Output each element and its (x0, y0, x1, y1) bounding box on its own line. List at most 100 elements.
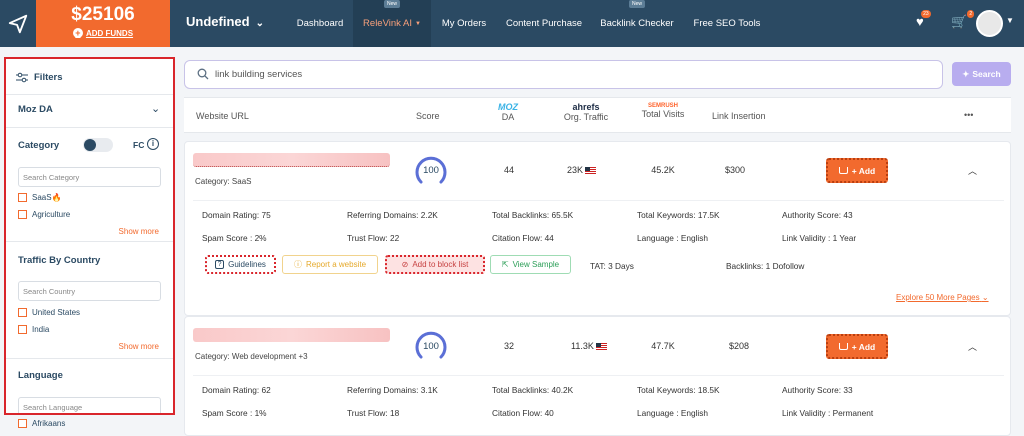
cart-button[interactable]: 🛒 2 (951, 10, 975, 30)
chevron-up-icon[interactable]: ︿ (968, 340, 977, 353)
chevron-down-icon[interactable]: ⌄ (151, 102, 160, 115)
col-total-visits: SEMRUSH Total Visits (640, 102, 686, 119)
us-flag-icon (585, 167, 597, 175)
search-bar[interactable]: link building services (184, 60, 943, 89)
top-navbar: $25106 + ADD FUNDS Undefined ⌄ Dashboard N… (0, 0, 1024, 47)
nav-free-seo-tools[interactable]: Free SEO Tools (688, 0, 766, 47)
add-to-cart-button[interactable]: + Add (826, 158, 888, 183)
da-value: 32 (503, 341, 514, 351)
checkbox[interactable] (18, 308, 27, 317)
checkbox[interactable] (18, 210, 27, 219)
nav-relevink-ai[interactable]: New ReleVink AI ▼ (353, 0, 431, 47)
citation-flow: Citation Flow: 40 (492, 408, 554, 418)
org-traffic-value: 23K (567, 165, 584, 175)
block-icon: ⊘ (401, 260, 409, 269)
spam-score: Spam Score : 1% (202, 408, 267, 418)
search-button[interactable]: ✦ Search (952, 62, 1011, 86)
alert-icon: ⓘ (293, 260, 302, 269)
category-option-agriculture[interactable]: Agriculture (18, 210, 70, 219)
toggle-knob (84, 139, 96, 151)
checkbox[interactable] (18, 419, 27, 428)
trust-flow: Trust Flow: 22 (347, 233, 400, 243)
option-label: Agriculture (32, 210, 71, 219)
explore-pages-link[interactable]: Explore 50 More Pages ⌄ (896, 293, 989, 302)
chevron-up-icon[interactable]: ︿ (968, 164, 977, 177)
wishlist-button[interactable]: ♥ 23 (916, 10, 931, 29)
logo[interactable] (0, 0, 36, 47)
show-more-countries[interactable]: Show more (119, 342, 159, 351)
cart-count: 2 (967, 10, 975, 18)
guidelines-button[interactable]: ? Guidelines (205, 255, 276, 274)
chevron-down-icon[interactable]: ▼ (1006, 16, 1014, 25)
country-option-us[interactable]: United States (18, 308, 80, 317)
org-traffic-cell: 11.3K (571, 341, 607, 351)
plus-circle-icon: + (72, 28, 83, 38)
report-label: Report a website (305, 260, 367, 269)
search-icon (197, 68, 209, 80)
divider (6, 127, 173, 128)
nav-dashboard[interactable]: Dashboard (288, 0, 352, 47)
add-label: + Add (851, 341, 876, 352)
search-language-input[interactable]: Search Language (18, 397, 161, 413)
divider (6, 94, 173, 95)
option-label: India (32, 325, 50, 334)
col-org-traffic-label: Org. Traffic (563, 112, 609, 122)
nav-label: Free SEO Tools (693, 18, 761, 29)
total-visits-value: 45.2K (651, 165, 675, 175)
add-to-cart-button[interactable]: + Add (826, 334, 888, 359)
search-category-input[interactable]: Search Category (18, 167, 161, 187)
category-option-saas[interactable]: SaaS🔥 (18, 193, 62, 202)
website-url[interactable] (193, 328, 390, 342)
divider (6, 241, 173, 242)
nav-my-orders[interactable]: My Orders (434, 0, 494, 47)
country-option-india[interactable]: India (18, 325, 49, 334)
guidelines-label: Guidelines (228, 260, 266, 269)
question-icon: ? (215, 260, 225, 269)
trust-flow: Trust Flow: 18 (347, 408, 400, 418)
language-title: Language (18, 370, 63, 381)
col-da: MOZ DA (490, 102, 526, 122)
col-link-insertion: Link Insertion (712, 111, 766, 121)
wishlist-count: 23 (921, 10, 931, 18)
nav-label: Backlink Checker (600, 18, 674, 29)
website-url[interactable] (193, 153, 390, 167)
checkbox[interactable] (18, 193, 27, 202)
language-option-afrikaans[interactable]: Afrikaans (18, 419, 65, 428)
link-validity: Link Validity : 1 Year (782, 233, 857, 243)
checkbox[interactable] (18, 325, 27, 334)
more-options-icon[interactable]: ••• (964, 110, 973, 120)
nav-label: My Orders (441, 18, 487, 29)
language: Language : English (637, 408, 709, 418)
total-keywords: Total Keywords: 18.5K (637, 385, 720, 395)
avatar[interactable] (976, 10, 1003, 37)
referring-domains: Referring Domains: 3.1K (347, 385, 438, 395)
add-funds-link[interactable]: + ADD FUNDS (36, 28, 170, 38)
score-value: 100 (423, 165, 439, 176)
info-icon[interactable]: i (147, 138, 159, 150)
search-input[interactable]: link building services (215, 69, 302, 80)
nav-backlink-checker[interactable]: New Backlink Checker (594, 0, 680, 47)
org-traffic-value: 11.3K (571, 341, 594, 351)
cart-icon (838, 343, 848, 350)
report-website-button[interactable]: ⓘ Report a website (282, 255, 378, 274)
show-more-categories[interactable]: Show more (119, 227, 159, 236)
total-backlinks: Total Backlinks: 40.2K (492, 385, 574, 395)
moz-da-filter[interactable]: Moz DA (18, 104, 53, 115)
fc-toggle[interactable] (83, 138, 113, 152)
search-country-input[interactable]: Search Country (18, 281, 161, 301)
table-row: Category: Web development +3 100 32 11.3… (184, 316, 1011, 436)
table-row: Category: SaaS 100 44 23K 45.2K $300 + A… (184, 141, 1011, 316)
add-label: + Add (851, 165, 876, 176)
col-website-url: Website URL (196, 111, 249, 121)
external-link-icon: ⇱ (501, 260, 509, 269)
view-sample-button[interactable]: ⇱ View Sample (490, 255, 571, 274)
row-category: Category: SaaS (195, 177, 252, 186)
sparkle-icon: ✦ (962, 68, 970, 79)
project-selector[interactable]: Undefined ⌄ (186, 14, 264, 29)
nav-content-purchase[interactable]: Content Purchase (498, 0, 590, 47)
option-label: SaaS🔥 (32, 193, 62, 202)
block-list-button[interactable]: ⊘ Add to block list (385, 255, 485, 274)
divider (193, 375, 1004, 376)
new-badge: New (383, 0, 401, 8)
divider (6, 358, 173, 359)
